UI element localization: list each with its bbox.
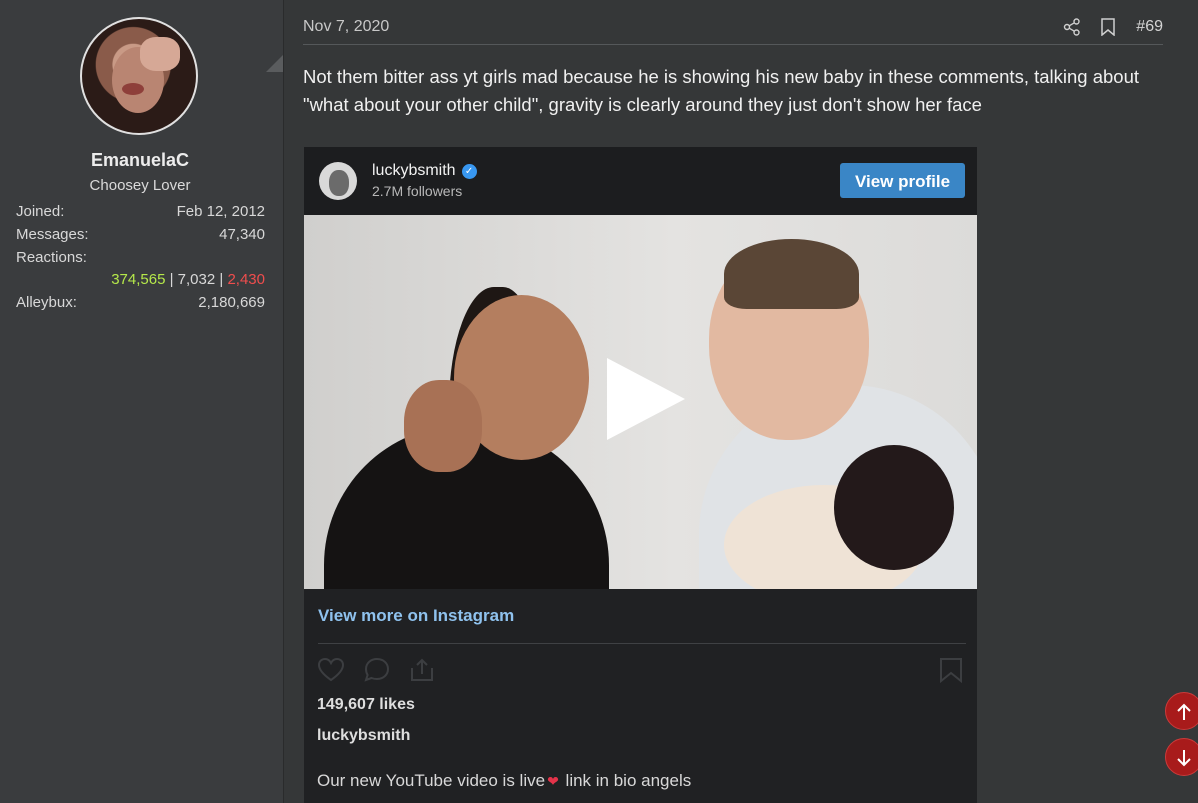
caption-text: Our new YouTube video is live ❤ link in b… (317, 771, 692, 790)
play-icon[interactable] (607, 358, 685, 440)
like-count: 149,607 likes (317, 696, 415, 713)
verified-icon: ✓ (461, 164, 477, 179)
username[interactable]: EmanuelaC (0, 150, 280, 171)
post-header: Nov 7, 2020 #69 (303, 18, 1163, 45)
heart-emoji-icon: ❤ (547, 773, 559, 789)
message-arrow (266, 55, 283, 72)
reaction-counts: 374,565 | 7,032 | 2,430 (111, 271, 265, 288)
post-number[interactable]: #69 (1136, 18, 1163, 36)
user-panel: EmanuelaC Choosey Lover Joined: Feb 12, 2… (0, 0, 284, 803)
view-more-link[interactable]: View more on Instagram (318, 606, 514, 626)
view-profile-button[interactable]: View profile (840, 163, 965, 198)
heart-icon[interactable] (317, 656, 345, 684)
avatar[interactable] (80, 17, 198, 135)
account-avatar[interactable] (319, 162, 357, 200)
embed-header: luckybsmith ✓ 2.7M followers View profile (304, 147, 977, 215)
user-title: Choosey Lover (89, 177, 191, 194)
arrow-down-icon (1177, 750, 1191, 767)
reaction-neutral: 7,032 (177, 271, 216, 288)
arrow-up-icon (1177, 703, 1191, 720)
post-message: Not them bitter ass yt girls mad because… (303, 66, 1140, 115)
reaction-positive: 374,565 (111, 271, 166, 288)
account-name[interactable]: luckybsmith ✓ (372, 162, 477, 180)
scroll-up-button[interactable] (1165, 692, 1198, 730)
scroll-down-button[interactable] (1165, 738, 1198, 776)
send-icon[interactable] (408, 656, 436, 684)
divider (318, 643, 966, 644)
post-date[interactable]: Nov 7, 2020 (303, 18, 389, 36)
bookmark-icon[interactable] (1100, 18, 1116, 36)
share-icon[interactable] (1063, 18, 1081, 36)
instagram-embed: luckybsmith ✓ 2.7M followers View profile… (304, 147, 977, 803)
reaction-negative: 2,430 (227, 271, 265, 288)
caption-username[interactable]: luckybsmith (317, 727, 410, 745)
save-icon[interactable] (937, 656, 965, 684)
comment-icon[interactable] (363, 656, 391, 684)
follower-count: 2.7M followers (372, 183, 463, 199)
video-player[interactable] (304, 215, 977, 589)
